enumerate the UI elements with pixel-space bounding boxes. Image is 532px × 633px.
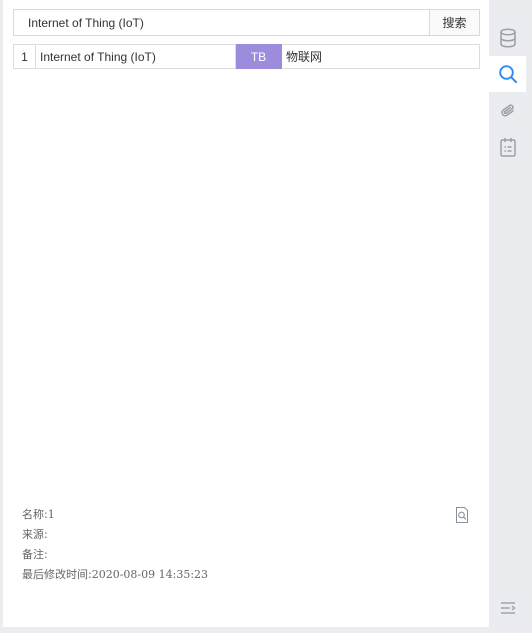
detail-note: 备注: — [22, 548, 472, 568]
detail-name: 名称:1 — [22, 508, 472, 528]
search-button[interactable]: 搜索 — [429, 9, 480, 36]
table-row[interactable]: 1 Internet of Thing (IoT) TB 物联网 — [13, 44, 480, 69]
clipboard-list-icon — [499, 137, 517, 157]
entry-details: 名称:1 来源: 备注: 最后修改时间:2020-08-09 14:35:23 — [22, 508, 472, 588]
sidebar-item-search[interactable] — [489, 56, 526, 92]
detail-name-value: 1 — [47, 508, 55, 521]
detail-modified-value: 2020-08-09 14:35:23 — [91, 568, 209, 581]
row-term: Internet of Thing (IoT) — [35, 44, 236, 69]
detail-name-label: 名称: — [22, 508, 48, 521]
row-index: 1 — [13, 44, 36, 69]
results-table: 1 Internet of Thing (IoT) TB 物联网 — [13, 44, 480, 69]
row-language-tag: TB — [235, 44, 282, 69]
detail-note-label: 备注: — [22, 548, 48, 561]
collapse-sidebar-button[interactable] — [489, 590, 526, 626]
detail-modified: 最后修改时间:2020-08-09 14:35:23 — [22, 568, 472, 588]
database-icon — [499, 28, 517, 48]
menu-collapse-icon — [499, 601, 517, 615]
paperclip-icon — [498, 101, 518, 121]
sidebar-item-attachments[interactable] — [489, 93, 526, 129]
right-sidebar — [489, 0, 532, 627]
sidebar-item-tasks[interactable] — [489, 129, 526, 165]
detail-source: 来源: — [22, 528, 472, 548]
sidebar-item-database[interactable] — [489, 20, 526, 56]
search-bar: 搜索 — [13, 9, 480, 36]
document-search-icon[interactable] — [455, 507, 469, 523]
detail-source-label: 来源: — [22, 528, 48, 541]
main-panel: 搜索 1 Internet of Thing (IoT) TB 物联网 名称:1… — [3, 0, 489, 627]
search-icon — [498, 64, 518, 84]
detail-modified-label: 最后修改时间: — [22, 568, 92, 581]
search-input[interactable] — [13, 9, 429, 36]
row-translation: 物联网 — [281, 44, 480, 69]
